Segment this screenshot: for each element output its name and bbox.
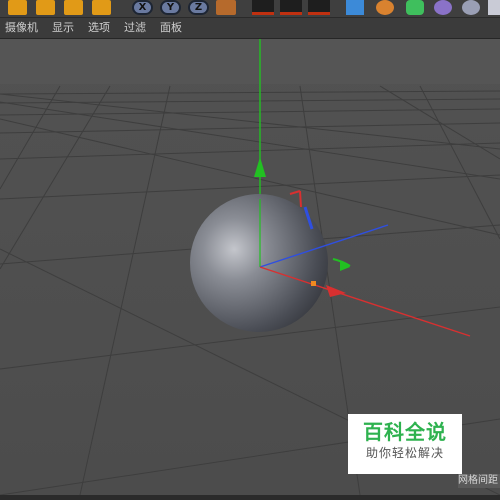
light-icon[interactable] [462, 0, 480, 15]
menu-camera[interactable]: 摄像机 [5, 21, 38, 35]
y-axis-handle[interactable] [254, 157, 266, 177]
menu-filter[interactable]: 过滤 [124, 21, 146, 35]
move-tool-button[interactable] [8, 0, 27, 15]
main-toolbar: X Y Z [0, 0, 500, 18]
x-axis-label: X [138, 2, 147, 13]
x-rotation-arc-2[interactable] [299, 190, 302, 208]
add-tool-button[interactable] [92, 0, 111, 15]
watermark: 百科全说 助你轻松解决 [348, 414, 462, 474]
watermark-title: 百科全说 [363, 420, 447, 444]
render-settings-button[interactable] [308, 0, 330, 15]
render-picture-button[interactable] [280, 0, 302, 15]
z-axis-lock-button[interactable]: Z [188, 0, 209, 15]
viewport-menubar: 摄像机 显示 选项 过滤 面板 [0, 18, 500, 39]
scale-tool-button[interactable] [36, 0, 55, 15]
menu-options[interactable]: 选项 [88, 21, 110, 35]
scale-handle[interactable] [311, 281, 316, 286]
x-axis-handle[interactable] [326, 285, 346, 297]
sky-area [0, 39, 500, 84]
rotate-tool-button[interactable] [64, 0, 83, 15]
3d-viewport[interactable]: 百科全说 助你轻松解决 [0, 39, 500, 495]
pen-icon[interactable] [376, 0, 394, 15]
x-axis-lock-button[interactable]: X [132, 0, 153, 15]
timeline-bar [0, 495, 500, 500]
y-axis-lock-button[interactable]: Y [160, 0, 181, 15]
grid-spacing-label: 网格间距 [458, 474, 500, 488]
gear-object-icon[interactable] [406, 0, 424, 15]
menu-display[interactable]: 显示 [52, 21, 74, 35]
scene-icon[interactable] [488, 0, 500, 15]
z-axis-label: Z [194, 2, 203, 13]
y-axis-label: Y [166, 2, 175, 13]
x-rotation-arc[interactable] [289, 190, 301, 195]
effector-icon[interactable] [434, 0, 452, 15]
watermark-subtitle: 助你轻松解决 [365, 446, 444, 460]
menu-panel[interactable]: 面板 [160, 21, 182, 35]
render-view-button[interactable] [252, 0, 274, 15]
coordinate-system-button[interactable] [216, 0, 236, 15]
cube-icon[interactable] [346, 0, 364, 15]
